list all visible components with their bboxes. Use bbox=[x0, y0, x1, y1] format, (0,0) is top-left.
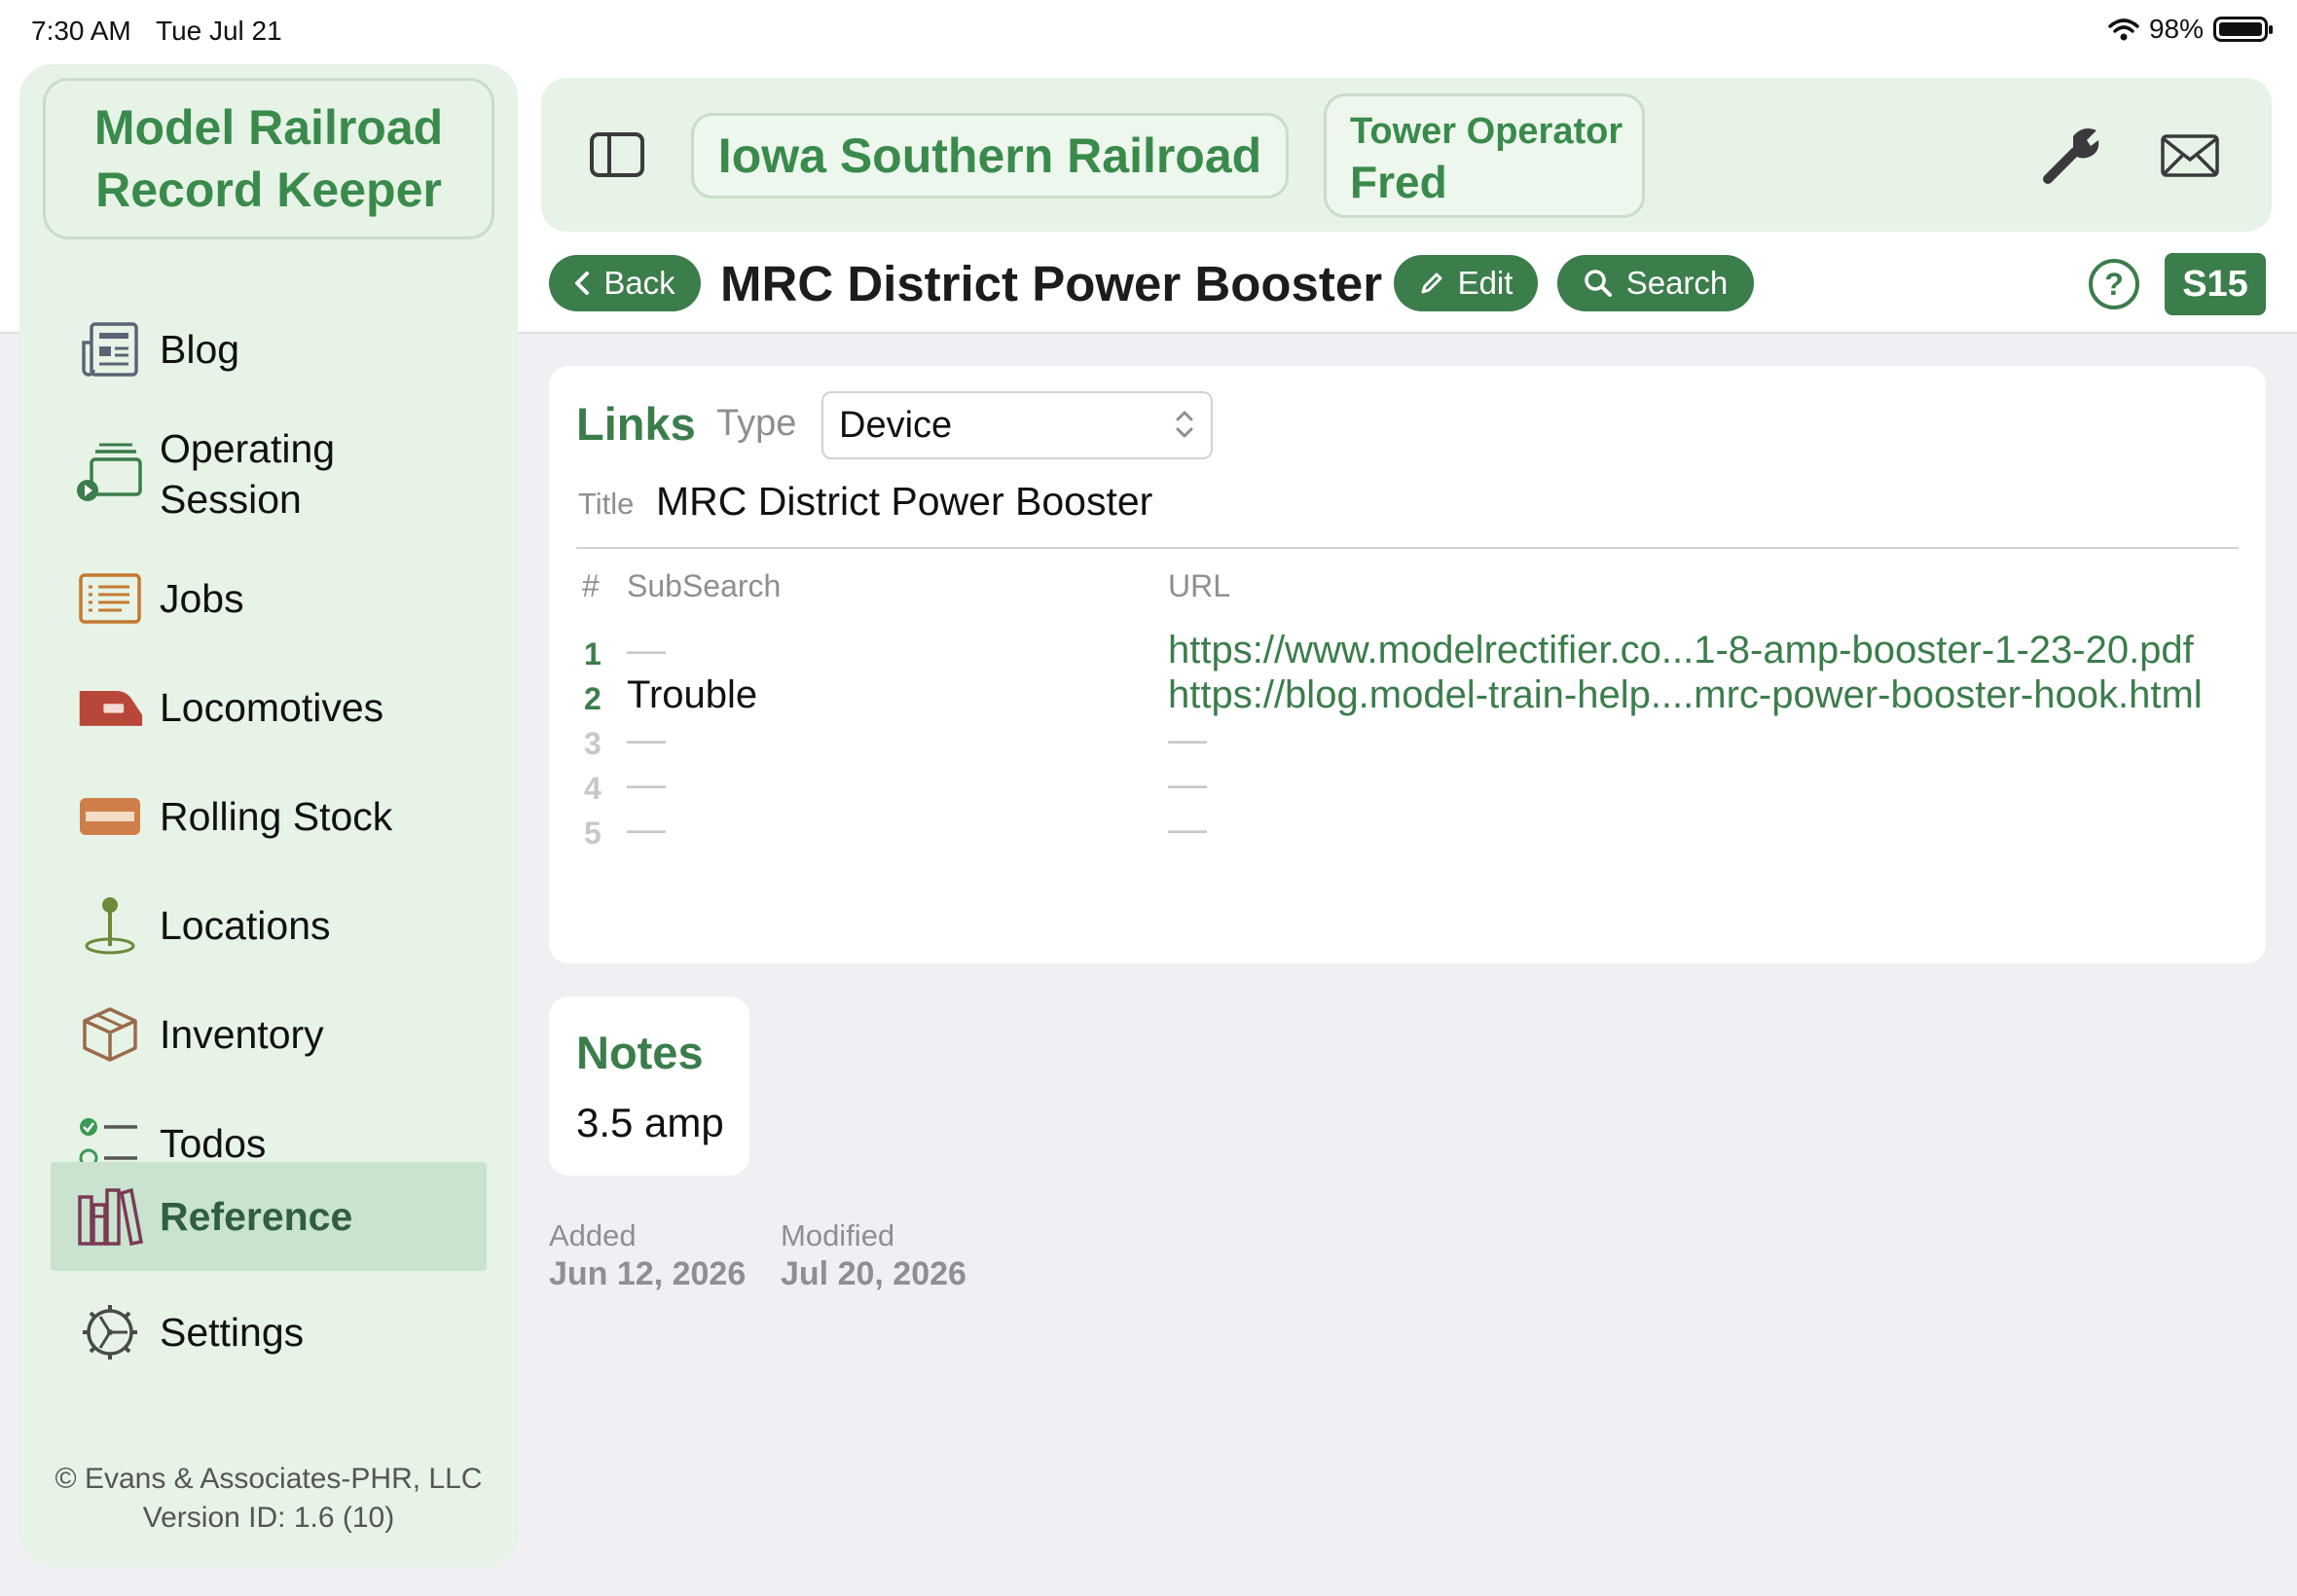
status-time: 7:30 AM bbox=[31, 16, 131, 46]
sidebar-item-label: Settings bbox=[160, 1309, 305, 1355]
links-heading: Links bbox=[576, 398, 696, 450]
notes-card: Notes 3.5 amp bbox=[549, 997, 749, 1176]
added-label: Added bbox=[549, 1218, 637, 1252]
operator-name: Fred bbox=[1350, 157, 1447, 207]
title-field-label: Title bbox=[578, 487, 635, 521]
map-pin-icon bbox=[76, 891, 144, 960]
divider bbox=[576, 547, 2239, 549]
wifi-icon bbox=[2108, 18, 2139, 41]
locomotive-icon bbox=[76, 673, 144, 742]
modified-label: Modified bbox=[781, 1218, 895, 1252]
help-icon[interactable]: ? bbox=[2089, 259, 2139, 309]
books-icon bbox=[76, 1182, 144, 1251]
gear-icon bbox=[76, 1298, 144, 1366]
sidebar-item-operating-session[interactable]: Operating Session bbox=[51, 411, 487, 537]
wrench-icon[interactable] bbox=[2040, 123, 2102, 185]
sidebar-item-locomotives[interactable]: Locomotives bbox=[51, 656, 487, 759]
search-button-label: Search bbox=[1625, 265, 1729, 301]
app-title-line-2: Record Keeper bbox=[95, 163, 442, 217]
status-right: 98% bbox=[2108, 14, 2273, 45]
back-button[interactable]: Back bbox=[549, 255, 701, 311]
sidebar-item-label: Rolling Stock bbox=[160, 793, 393, 839]
updown-chevron-icon bbox=[1176, 411, 1193, 438]
type-select[interactable]: Device bbox=[821, 391, 1213, 459]
row-number: 5 bbox=[584, 816, 602, 851]
sidebar-item-label: Operating Session bbox=[160, 426, 336, 522]
mail-icon[interactable] bbox=[2161, 134, 2219, 177]
sidebar-item-label: Locomotives bbox=[160, 684, 384, 730]
column-header-url: URL bbox=[1168, 568, 1231, 603]
operator-selector[interactable]: Tower Operator Fred bbox=[1324, 93, 1645, 218]
copyright-text: © Evans & Associates-PHR, LLC bbox=[55, 1463, 483, 1495]
table-row: 5 — — bbox=[549, 800, 2266, 866]
sidebar-item-label: Inventory bbox=[160, 1011, 324, 1057]
sidebar-item-label: Todos bbox=[160, 1120, 267, 1166]
chevron-left-icon bbox=[575, 272, 590, 295]
top-toolbar: Iowa Southern Railroad Tower Operator Fr… bbox=[541, 78, 2272, 232]
app-title: Model Railroad Record Keeper bbox=[43, 78, 494, 239]
edit-button[interactable]: Edit bbox=[1394, 255, 1538, 311]
version-text: Version ID: 1.6 (10) bbox=[142, 1502, 395, 1534]
sidebar-toggle-icon[interactable] bbox=[590, 132, 644, 177]
sidebar-item-inventory[interactable]: Inventory bbox=[51, 983, 487, 1086]
sidebar-item-label: Blog bbox=[160, 326, 240, 372]
railroad-name: Iowa Southern Railroad bbox=[717, 128, 1262, 183]
sidebar-item-locations[interactable]: Locations bbox=[51, 874, 487, 977]
sidebar-item-reference[interactable]: Reference bbox=[51, 1162, 487, 1271]
search-icon bbox=[1584, 270, 1612, 297]
row-subsearch: — bbox=[627, 808, 666, 851]
row-url-link[interactable]: — bbox=[1168, 808, 1207, 852]
rolling-stock-icon bbox=[76, 782, 144, 851]
app-title-line-1: Model Railroad bbox=[93, 100, 444, 155]
screen-id-badge[interactable]: S15 bbox=[2165, 253, 2266, 315]
sidebar-item-label: Reference bbox=[160, 1193, 353, 1239]
notes-heading: Notes bbox=[576, 1027, 704, 1078]
type-select-value: Device bbox=[839, 405, 953, 446]
modified-date: Jul 20, 2026 bbox=[781, 1255, 966, 1292]
page-title: MRC District Power Booster bbox=[720, 256, 1383, 311]
type-label: Type bbox=[716, 403, 797, 444]
newspaper-icon bbox=[76, 315, 144, 383]
sidebar-item-rolling-stock[interactable]: Rolling Stock bbox=[51, 765, 487, 868]
notes-value: 3.5 amp bbox=[576, 1100, 724, 1145]
status-date: Tue Jul 21 bbox=[156, 16, 282, 46]
links-card: Links Type Device Title MRC District Pow… bbox=[549, 366, 2266, 963]
edit-button-label: Edit bbox=[1457, 265, 1513, 301]
sidebar-item-label: Locations bbox=[160, 902, 331, 948]
column-header-num: # bbox=[582, 568, 600, 603]
column-header-subsearch: SubSearch bbox=[627, 568, 782, 603]
operator-role: Tower Operator bbox=[1350, 111, 1623, 152]
box-icon bbox=[76, 1000, 144, 1069]
battery-percent: 98% bbox=[2148, 14, 2204, 44]
added-date: Jun 12, 2026 bbox=[549, 1255, 747, 1292]
back-button-label: Back bbox=[603, 265, 675, 301]
title-field-value: MRC District Power Booster bbox=[656, 479, 1153, 524]
sidebar-item-blog[interactable]: Blog bbox=[51, 298, 487, 401]
list-rect-icon bbox=[76, 564, 144, 633]
search-button[interactable]: Search bbox=[1557, 255, 1754, 311]
pencil-icon bbox=[1421, 272, 1442, 294]
session-cards-icon bbox=[76, 440, 144, 508]
status-bar: 7:30 AM Tue Jul 21 98% bbox=[0, 0, 2297, 62]
railroad-selector[interactable]: Iowa Southern Railroad bbox=[691, 113, 1289, 199]
sidebar-item-settings[interactable]: Settings bbox=[51, 1281, 487, 1384]
sidebar: Model Railroad Record Keeper Blog Operat… bbox=[19, 64, 518, 1567]
battery-icon bbox=[2213, 17, 2273, 42]
sidebar-item-label: Jobs bbox=[160, 575, 244, 621]
sidebar-footer: © Evans & Associates-PHR, LLC Version ID… bbox=[19, 1460, 518, 1538]
sidebar-item-jobs[interactable]: Jobs bbox=[51, 547, 487, 650]
